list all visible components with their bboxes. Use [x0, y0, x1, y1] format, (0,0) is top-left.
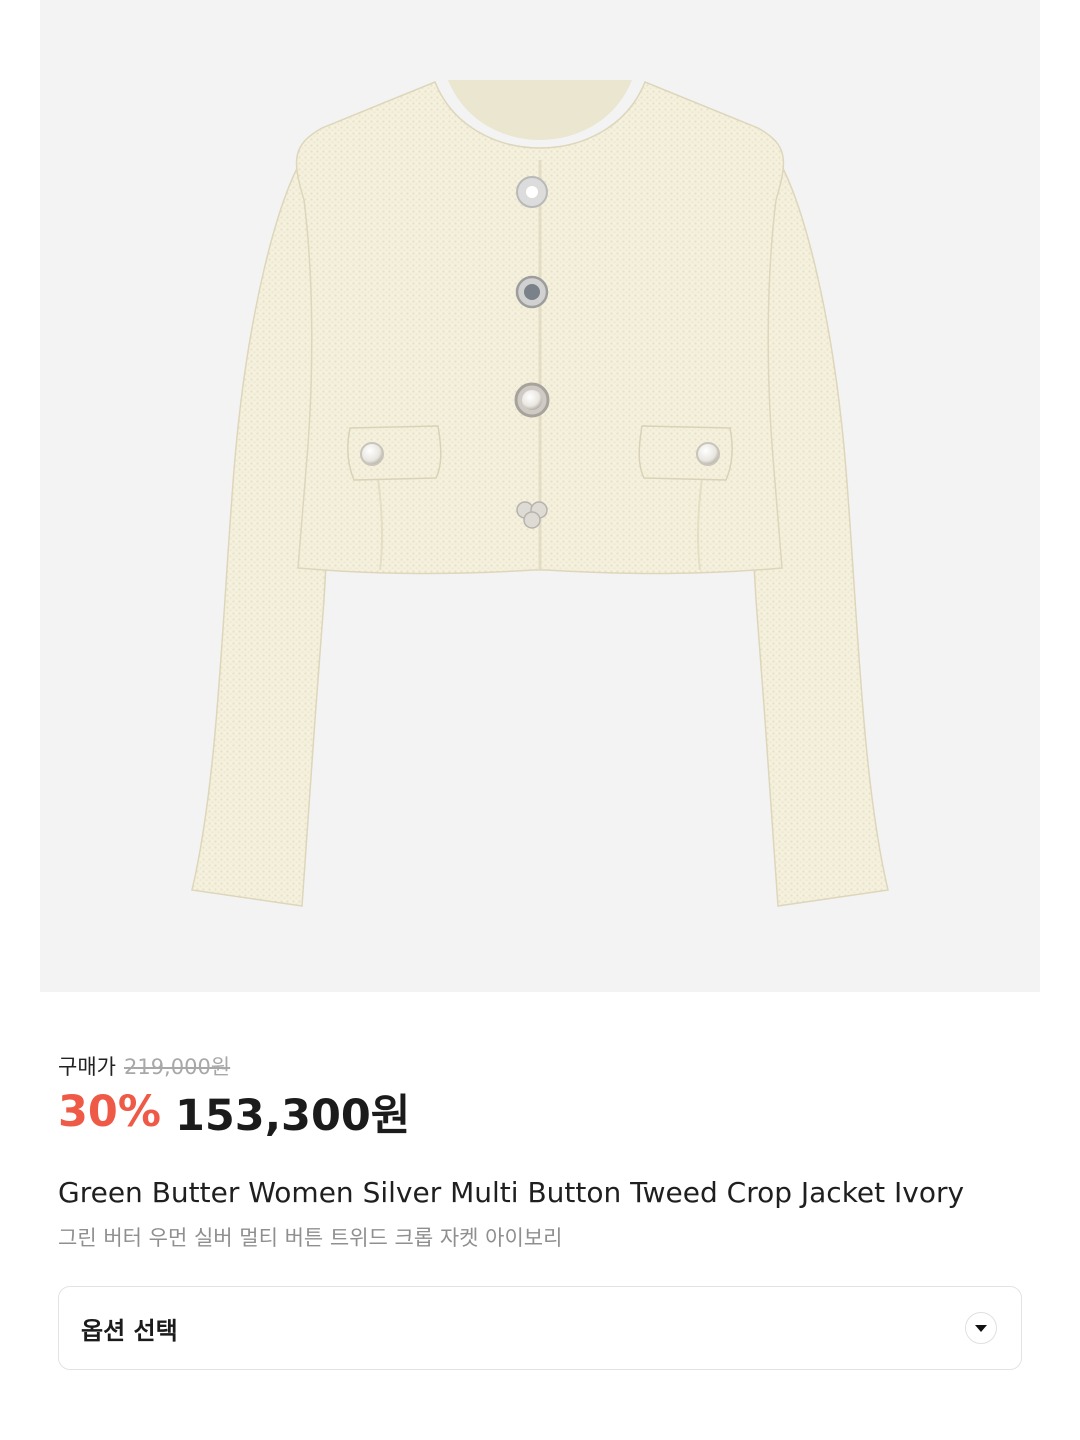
jacket-illustration: [191, 80, 889, 907]
price-label-row: 구매가 219,000원: [58, 1050, 230, 1082]
price-label: 구매가: [58, 1055, 116, 1079]
option-select-label: 옵션 선택: [81, 1316, 178, 1345]
button-1: [516, 176, 548, 208]
product-name-english: Green Butter Women Silver Multi Button T…: [58, 1176, 965, 1209]
product-name-korean: 그린 버터 우먼 실버 멀티 버튼 트위드 크롭 자켓 아이보리: [58, 1226, 563, 1250]
original-price: 219,000원: [123, 1055, 231, 1079]
sale-price: 153,300원: [174, 1091, 411, 1141]
product-image[interactable]: [40, 0, 1040, 992]
button-3: [514, 382, 550, 418]
chevron-down-icon[interactable]: [965, 1312, 997, 1344]
button-2: [515, 275, 549, 309]
discount-rate: 30%: [58, 1087, 161, 1137]
product-page: 구매가 219,000원 30% 153,300원 Green Butter W…: [0, 0, 1080, 1440]
price-row: 30% 153,300원: [58, 1084, 411, 1141]
option-select[interactable]: 옵션 선택: [58, 1286, 1022, 1370]
